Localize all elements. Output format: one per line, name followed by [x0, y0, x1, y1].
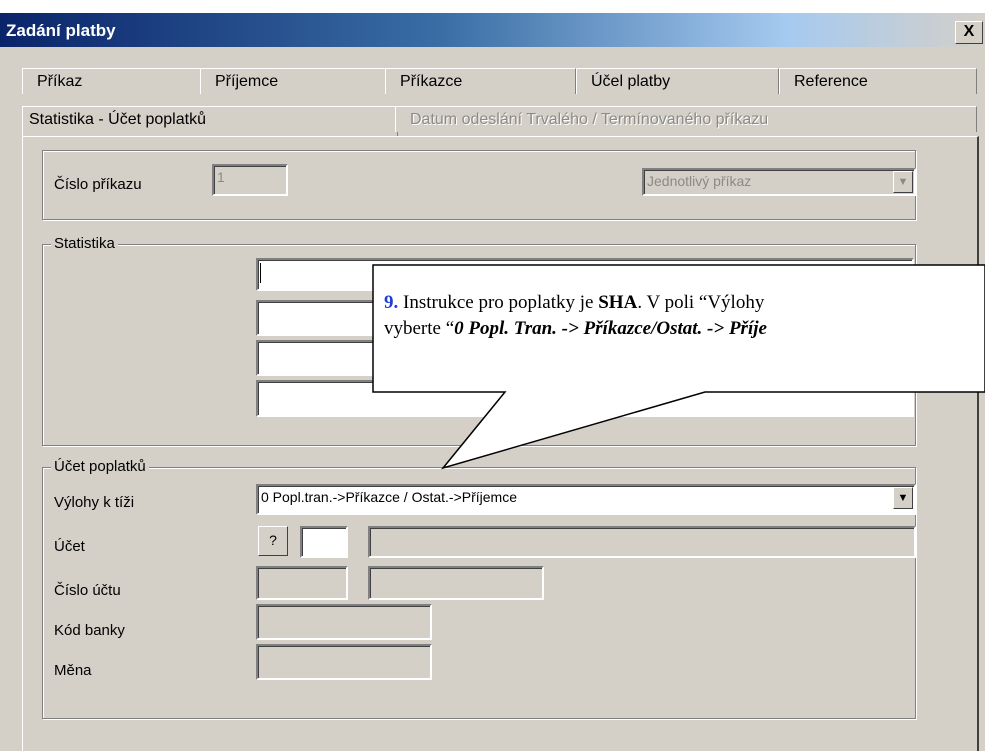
tab-prikaz[interactable]: Příkaz [22, 68, 204, 94]
statistics-field-1[interactable] [256, 258, 914, 291]
account-label: Účet [54, 538, 85, 555]
charges-label: Výlohy k tíži [54, 494, 135, 511]
order-number-field[interactable]: 1 [212, 164, 288, 196]
callout-text: 9. Instrukce pro poplatky je SHA. V poli… [384, 290, 984, 342]
chevron-down-icon[interactable]: ▼ [893, 171, 913, 193]
account-name-field[interactable] [368, 526, 916, 558]
tab-prikazce[interactable]: Příkazce [385, 68, 576, 94]
fees-legend: Účet poplatků [51, 458, 149, 476]
close-button[interactable]: X [955, 21, 983, 44]
statistics-field-4[interactable] [256, 380, 914, 417]
title-bar: Zadání platby X [0, 13, 985, 47]
currency-field[interactable] [256, 644, 432, 680]
charges-value: 0 Popl.tran.->Příkazce / Ostat.->Příjemc… [261, 489, 517, 505]
tab-ucel-platby[interactable]: Účel platby [576, 68, 779, 94]
callout-line2-b: 0 Popl. Tran. -> Příkazce/Ostat. -> Příj… [454, 318, 767, 339]
order-type-value: Jednotlivý příkaz [647, 173, 752, 189]
tab-datum-odeslani[interactable]: Datum odeslání Trvalého / Termínovaného … [395, 106, 977, 132]
callout-line1-c: . V poli “Výlohy [637, 292, 765, 313]
top-strip [0, 0, 985, 13]
callout-line1-b: SHA [598, 292, 638, 313]
account-prefix-field[interactable] [300, 526, 348, 558]
bank-code-label: Kód banky [54, 622, 125, 639]
callout-line-2: vyberte “0 Popl. Tran. -> Příkazce/Ostat… [384, 316, 984, 342]
window-title: Zadání platby [6, 21, 116, 40]
order-number-label: Číslo příkazu [54, 176, 142, 193]
callout-number: 9. [384, 292, 399, 313]
callout-line-1: 9. Instrukce pro poplatky je SHA. V poli… [384, 290, 984, 316]
account-suffix-field[interactable] [368, 566, 544, 600]
callout-line2-a: vyberte “ [384, 318, 455, 339]
tab-prijemce[interactable]: Příjemce [200, 68, 386, 94]
currency-label: Měna [54, 662, 92, 679]
statistics-field-3[interactable] [256, 340, 914, 376]
callout-line1-a: Instrukce pro poplatky je [398, 292, 599, 313]
tab-statistika-ucet-poplatku[interactable]: Statistika - Účet poplatků [22, 106, 398, 137]
account-lookup-button[interactable]: ? [258, 526, 288, 556]
statistics-legend: Statistika [51, 235, 118, 253]
order-type-select[interactable]: Jednotlivý příkaz ▼ [642, 168, 916, 196]
text-caret [260, 263, 261, 283]
charges-select[interactable]: 0 Popl.tran.->Příkazce / Ostat.->Příjemc… [256, 484, 916, 515]
account-number-label: Číslo účtu [54, 582, 121, 599]
chevron-down-icon[interactable]: ▼ [893, 487, 913, 509]
account-number-field[interactable] [256, 566, 348, 600]
tab-reference[interactable]: Reference [779, 68, 977, 94]
bank-code-field[interactable] [256, 604, 432, 640]
